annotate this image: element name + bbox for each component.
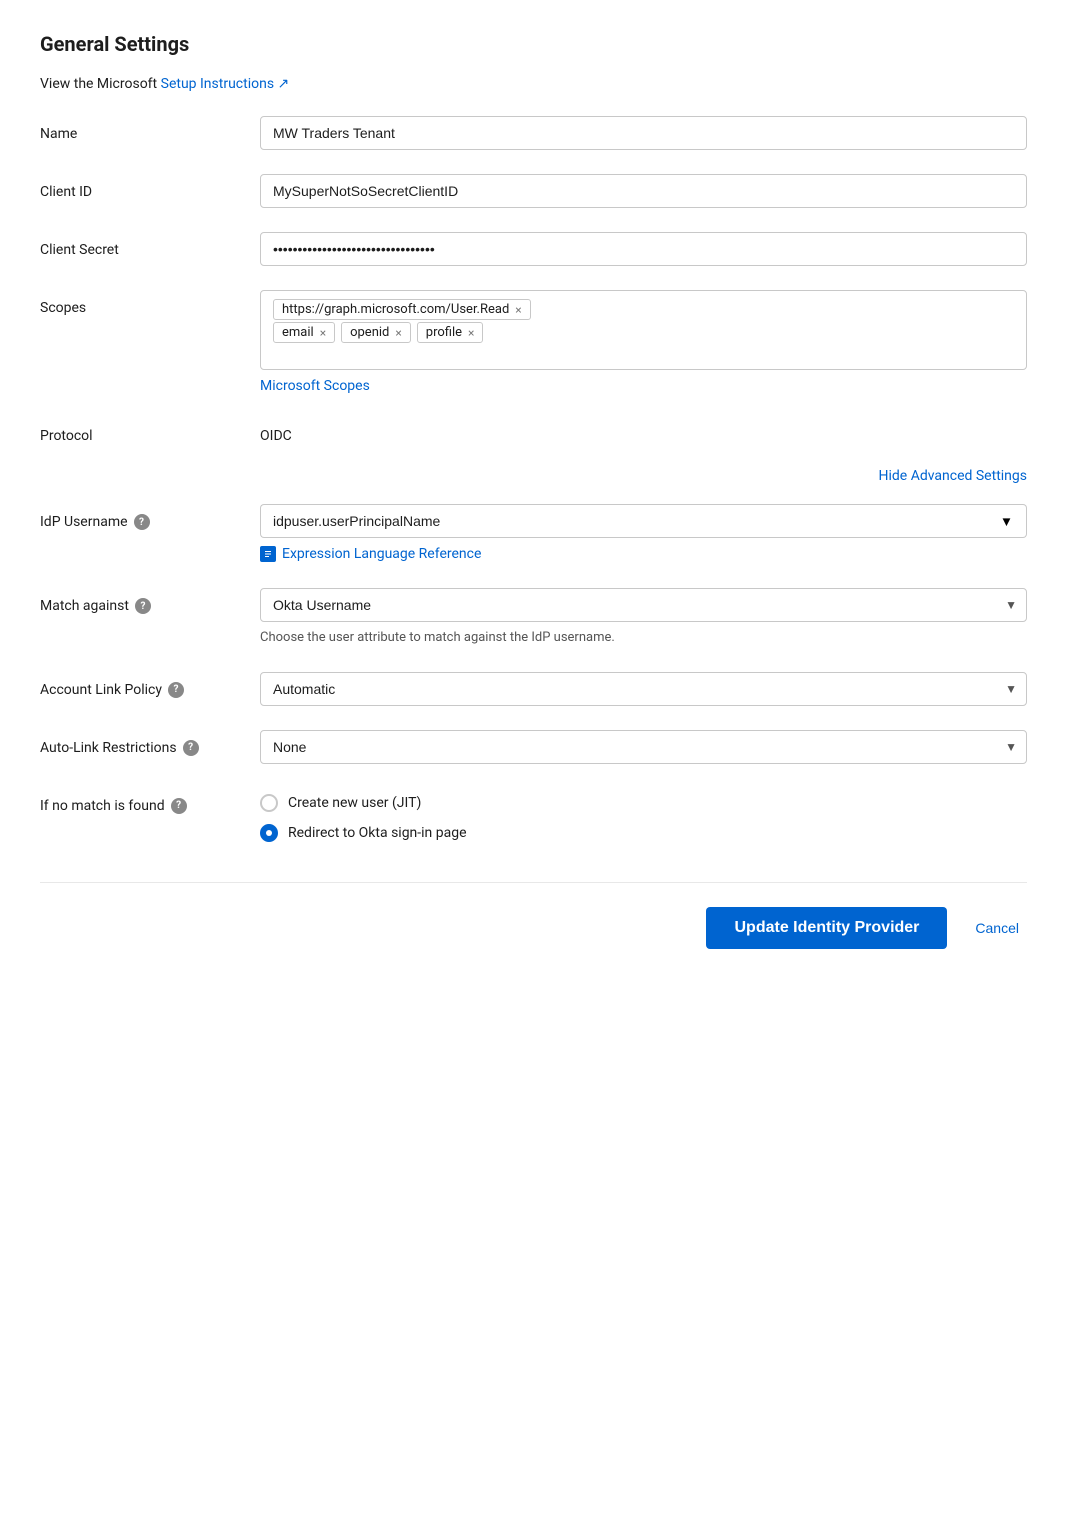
hide-advanced-section: Hide Advanced Settings <box>40 468 1027 484</box>
client-secret-input[interactable] <box>260 232 1027 266</box>
radio-jit-circle <box>260 794 278 812</box>
idp-username-help-icon[interactable]: ? <box>134 514 150 530</box>
scope-tag-openid: openid × <box>341 322 411 343</box>
auto-link-row: Auto-Link Restrictions ? None Any Groups… <box>40 730 1027 764</box>
idp-username-input-wrap: ▼ <box>260 504 1027 538</box>
account-link-control: Automatic Disabled Callout ▼ <box>260 672 1027 706</box>
external-link-icon: ↗ <box>278 76 290 92</box>
client-secret-row: Client Secret <box>40 232 1027 266</box>
setup-instructions-link[interactable]: Setup Instructions ↗ <box>161 76 290 92</box>
auto-link-select-wrap: None Any Groups ▼ <box>260 730 1027 764</box>
name-input[interactable] <box>260 116 1027 150</box>
idp-username-row: IdP Username ? ▼ Expressio <box>40 504 1027 564</box>
match-against-select[interactable]: Okta Username Okta Email Custom Attribut… <box>260 588 1027 622</box>
account-link-select[interactable]: Automatic Disabled Callout <box>260 672 1027 706</box>
protocol-label: Protocol <box>40 418 260 444</box>
auto-link-help-icon[interactable]: ? <box>183 740 199 756</box>
hide-advanced-link[interactable]: Hide Advanced Settings <box>879 468 1027 484</box>
scope-remove-profile[interactable]: × <box>468 326 474 340</box>
submit-button[interactable]: Update Identity Provider <box>706 907 947 949</box>
setup-instructions-prefix: View the Microsoft <box>40 76 157 92</box>
radio-redirect-label: Redirect to Okta sign-in page <box>288 825 467 841</box>
no-match-help-icon[interactable]: ? <box>171 798 187 814</box>
scope-tag-email: email × <box>273 322 335 343</box>
account-link-row: Account Link Policy ? Automatic Disabled… <box>40 672 1027 706</box>
expr-lang-icon <box>260 546 276 562</box>
scopes-control: https://graph.microsoft.com/User.Read × … <box>260 290 1027 394</box>
scope-tag-profile: profile × <box>417 322 484 343</box>
auto-link-select[interactable]: None Any Groups <box>260 730 1027 764</box>
client-id-input[interactable] <box>260 174 1027 208</box>
client-secret-control <box>260 232 1027 266</box>
name-row: Name <box>40 116 1027 150</box>
chevron-down-icon: ▼ <box>1000 514 1013 529</box>
match-against-select-wrap: Okta Username Okta Email Custom Attribut… <box>260 588 1027 622</box>
scopes-box[interactable]: https://graph.microsoft.com/User.Read × … <box>260 290 1027 370</box>
match-against-control: Okta Username Okta Email Custom Attribut… <box>260 588 1027 648</box>
account-link-help-icon[interactable]: ? <box>168 682 184 698</box>
scope-remove-email[interactable]: × <box>320 326 326 340</box>
client-id-control <box>260 174 1027 208</box>
scopes-tags-row: https://graph.microsoft.com/User.Read × <box>273 299 1014 320</box>
client-id-row: Client ID <box>40 174 1027 208</box>
idp-username-input[interactable] <box>260 504 987 538</box>
match-against-label: Match against ? <box>40 588 260 614</box>
auto-link-label: Auto-Link Restrictions ? <box>40 730 260 756</box>
client-secret-label: Client Secret <box>40 232 260 258</box>
name-label: Name <box>40 116 260 142</box>
page-container: General Settings View the Microsoft Setu… <box>0 0 1067 1536</box>
setup-instructions: View the Microsoft Setup Instructions ↗ <box>40 76 1027 92</box>
idp-username-dropdown-button[interactable]: ▼ <box>987 504 1027 538</box>
no-match-control: Create new user (JIT) Redirect to Okta s… <box>260 788 1027 842</box>
no-match-option-jit[interactable]: Create new user (JIT) <box>260 794 1027 812</box>
name-control <box>260 116 1027 150</box>
auto-link-control: None Any Groups ▼ <box>260 730 1027 764</box>
protocol-row: Protocol OIDC <box>40 418 1027 444</box>
radio-jit-label: Create new user (JIT) <box>288 795 421 811</box>
no-match-radio-group: Create new user (JIT) Redirect to Okta s… <box>260 788 1027 842</box>
account-link-select-wrap: Automatic Disabled Callout ▼ <box>260 672 1027 706</box>
ms-scopes-link[interactable]: Microsoft Scopes <box>260 378 370 394</box>
cancel-button[interactable]: Cancel <box>967 916 1027 940</box>
footer-actions: Update Identity Provider Cancel <box>40 882 1027 949</box>
protocol-value: OIDC <box>260 418 1027 444</box>
match-against-row: Match against ? Okta Username Okta Email… <box>40 588 1027 648</box>
no-match-option-redirect[interactable]: Redirect to Okta sign-in page <box>260 824 1027 842</box>
no-match-row: If no match is found ? Create new user (… <box>40 788 1027 842</box>
radio-redirect-circle <box>260 824 278 842</box>
match-against-helper: Choose the user attribute to match again… <box>260 628 1027 648</box>
scopes-row: Scopes https://graph.microsoft.com/User.… <box>40 290 1027 394</box>
scope-remove-graph[interactable]: × <box>515 303 521 317</box>
match-against-help-icon[interactable]: ? <box>135 598 151 614</box>
account-link-label: Account Link Policy ? <box>40 672 260 698</box>
client-id-label: Client ID <box>40 174 260 200</box>
scopes-label: Scopes <box>40 290 260 316</box>
page-title: General Settings <box>40 32 1027 56</box>
no-match-label: If no match is found ? <box>40 788 260 814</box>
expr-lang-link[interactable]: Expression Language Reference <box>260 546 481 562</box>
protocol-control: OIDC <box>260 418 1027 444</box>
idp-username-control: ▼ Expression Language Reference <box>260 504 1027 564</box>
idp-username-label: IdP Username ? <box>40 504 260 530</box>
scope-tag-graph: https://graph.microsoft.com/User.Read × <box>273 299 531 320</box>
scopes-tags-row2: email × openid × profile × <box>273 322 1014 343</box>
scope-remove-openid[interactable]: × <box>395 326 401 340</box>
